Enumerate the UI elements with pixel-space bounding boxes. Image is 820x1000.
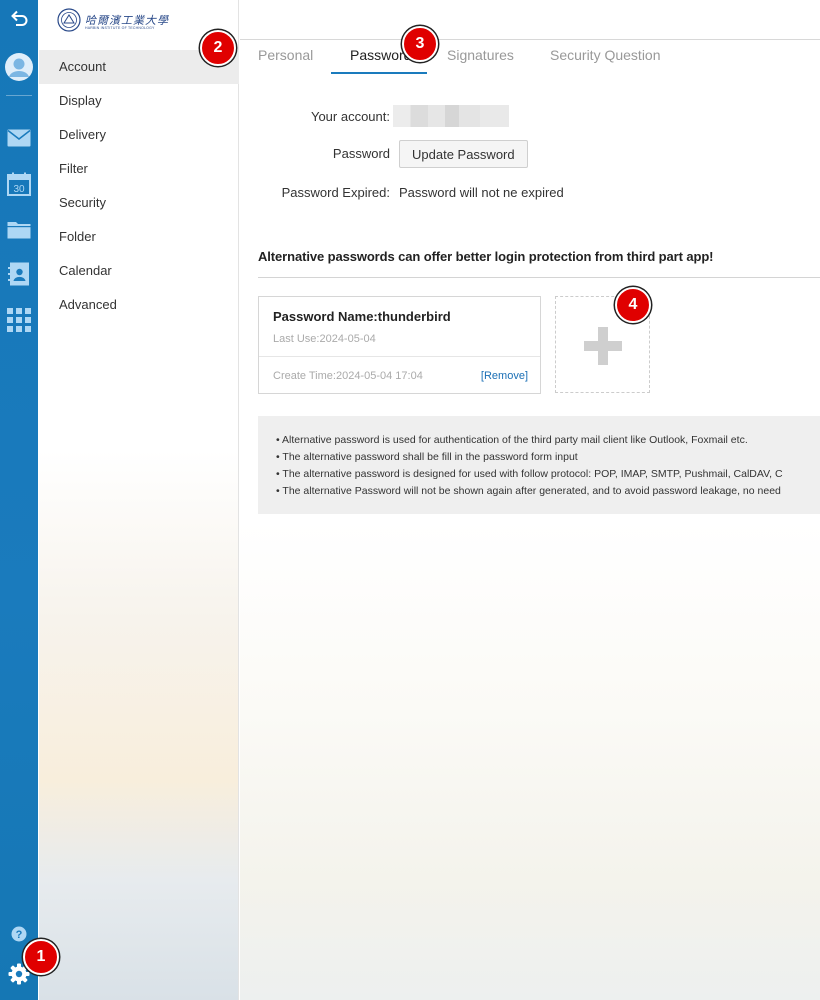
top-divider [240, 39, 820, 40]
nav-item-folder[interactable]: Folder [39, 220, 239, 254]
nav-item-filter[interactable]: Filter [39, 152, 239, 186]
annotation-badge-1: 1 [23, 939, 59, 975]
university-logo: 哈爾濱工業大學 HARBIN INSTITUTE OF TECHNOLOGY [57, 8, 169, 32]
account-label: Your account: [310, 109, 390, 124]
update-password-button[interactable]: Update Password [399, 140, 528, 168]
nav-item-advanced[interactable]: Advanced [39, 288, 239, 322]
tab-personal[interactable]: Personal [258, 40, 313, 74]
plus-icon-bar [584, 341, 622, 351]
mail-icon[interactable] [0, 124, 38, 152]
back-icon[interactable] [0, 6, 38, 32]
tab-security-question[interactable]: Security Question [550, 40, 661, 74]
section-divider [258, 277, 820, 278]
apps-icon[interactable] [0, 306, 38, 334]
note-item: • The alternative Password will not be s… [276, 485, 781, 497]
help-glyph: ? [16, 929, 23, 941]
note-item: • Alternative password is used for authe… [276, 434, 748, 446]
remove-password-link[interactable]: [Remove] [481, 370, 528, 382]
annotation-badge-4: 4 [615, 287, 651, 323]
avatar-icon[interactable] [0, 50, 38, 84]
alternative-passwords-heading: Alternative passwords can offer better l… [258, 249, 714, 264]
password-expired-value: Password will not ne expired [399, 185, 564, 200]
settings-nav: 哈爾濱工業大學 HARBIN INSTITUTE OF TECHNOLOGY A… [39, 0, 239, 1000]
calendar-icon[interactable]: 30 [0, 170, 38, 198]
settings-content: Personal Password Signatures Security Qu… [240, 0, 820, 1000]
alternative-password-notes: • Alternative password is used for authe… [258, 416, 820, 514]
nav-item-display[interactable]: Display [39, 84, 239, 118]
password-create-time: Create Time:2024-05-04 17:04 [273, 370, 423, 382]
logo-english-text: HARBIN INSTITUTE OF TECHNOLOGY [85, 26, 155, 30]
account-value-redacted [393, 105, 509, 127]
password-label: Password [332, 146, 390, 161]
note-item: • The alternative password shall be fill… [276, 451, 578, 463]
background-scenery [240, 520, 820, 1000]
calendar-day-text: 30 [13, 184, 25, 195]
settings-menu: Account Display Delivery Filter Security… [39, 50, 239, 322]
password-name: Password Name:thunderbird [273, 309, 451, 324]
nav-item-delivery[interactable]: Delivery [39, 118, 239, 152]
contacts-icon[interactable] [0, 260, 38, 288]
password-last-use: Last Use:2024-05-04 [273, 333, 376, 345]
note-item: • The alternative password is designed f… [276, 468, 783, 480]
app-rail: 30 ? [0, 0, 38, 1000]
password-expired-label: Password Expired: [281, 185, 390, 200]
annotation-badge-3: 3 [402, 26, 438, 62]
folder-icon[interactable] [0, 215, 38, 243]
annotation-badge-2: 2 [200, 30, 236, 66]
card-divider [259, 356, 540, 357]
tab-signatures[interactable]: Signatures [447, 40, 514, 74]
rail-divider [6, 95, 32, 96]
alternative-password-card: Password Name:thunderbird Last Use:2024-… [258, 296, 541, 394]
nav-item-calendar[interactable]: Calendar [39, 254, 239, 288]
university-emblem-icon [57, 8, 81, 32]
nav-item-security[interactable]: Security [39, 186, 239, 220]
